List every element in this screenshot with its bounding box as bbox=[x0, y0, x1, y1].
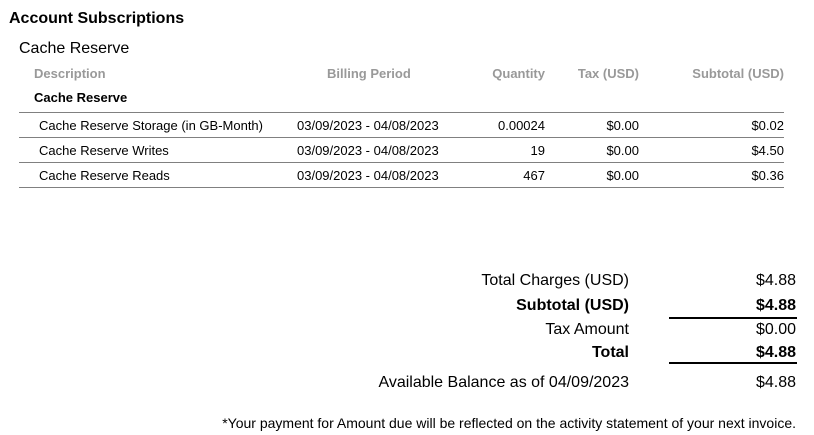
header-subtotal: Subtotal (USD) bbox=[692, 66, 784, 81]
row-tax: $0.00 bbox=[606, 118, 639, 133]
row-billing-period: 03/09/2023 - 04/08/2023 bbox=[297, 168, 439, 183]
tax-amount-value: $0.00 bbox=[755, 321, 796, 338]
section-title: Account Subscriptions bbox=[9, 10, 185, 27]
total-label: Total bbox=[591, 344, 629, 361]
table-row: Cache Reserve Writes 03/09/2023 - 04/08/… bbox=[19, 138, 784, 163]
table-header: Description Billing Period Quantity Tax … bbox=[19, 60, 784, 88]
row-quantity: 467 bbox=[523, 168, 545, 183]
row-description: Cache Reserve Reads bbox=[39, 168, 170, 183]
table-row: Cache Reserve Storage (in GB-Month) 03/0… bbox=[19, 113, 784, 138]
row-billing-period: 03/09/2023 - 04/08/2023 bbox=[297, 118, 439, 133]
subtotal-label: Subtotal (USD) bbox=[516, 297, 629, 314]
row-subtotal: $0.36 bbox=[751, 168, 784, 183]
row-tax: $0.00 bbox=[606, 168, 639, 183]
header-billing-period: Billing Period bbox=[327, 66, 411, 81]
row-description: Cache Reserve Storage (in GB-Month) bbox=[39, 118, 263, 133]
row-quantity: 0.00024 bbox=[498, 118, 545, 133]
subscriptions-table: Description Billing Period Quantity Tax … bbox=[19, 60, 784, 188]
row-subtotal: $4.50 bbox=[751, 143, 784, 158]
available-balance-label: Available Balance as of 04/09/2023 bbox=[378, 374, 629, 391]
available-balance-value: $4.88 bbox=[755, 374, 796, 391]
table-row: Cache Reserve Reads 03/09/2023 - 04/08/2… bbox=[19, 163, 784, 188]
footnote: *Your payment for Amount due will be ref… bbox=[222, 415, 796, 431]
table-group-row: Cache Reserve bbox=[19, 88, 784, 113]
total-value: $4.88 bbox=[755, 344, 796, 361]
group-label: Cache Reserve bbox=[34, 90, 128, 105]
row-description: Cache Reserve Writes bbox=[39, 143, 169, 158]
row-quantity: 19 bbox=[530, 143, 545, 158]
header-description: Description bbox=[34, 66, 106, 81]
row-billing-period: 03/09/2023 - 04/08/2023 bbox=[297, 143, 439, 158]
header-tax: Tax (USD) bbox=[577, 66, 639, 81]
total-rule bbox=[669, 362, 797, 364]
row-subtotal: $0.02 bbox=[751, 118, 784, 133]
total-charges-value: $4.88 bbox=[755, 272, 796, 289]
header-quantity: Quantity bbox=[492, 66, 545, 81]
subtotal-value: $4.88 bbox=[755, 297, 796, 314]
subtotal-rule bbox=[669, 317, 797, 319]
product-title: Cache Reserve bbox=[19, 40, 130, 57]
tax-amount-label: Tax Amount bbox=[545, 321, 629, 338]
total-charges-label: Total Charges (USD) bbox=[481, 272, 629, 289]
row-tax: $0.00 bbox=[606, 143, 639, 158]
